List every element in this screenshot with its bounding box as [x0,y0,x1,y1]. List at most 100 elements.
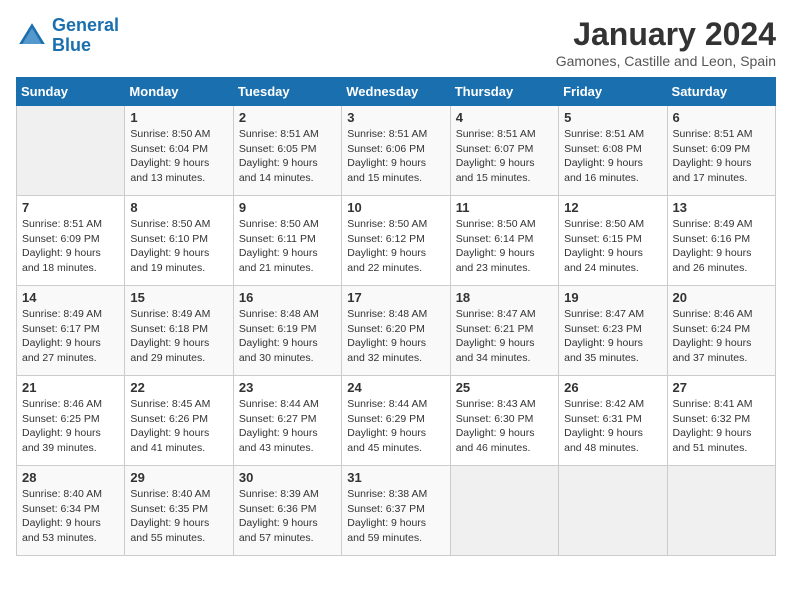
day-number: 23 [239,380,336,395]
sunrise-text: Sunrise: 8:46 AM [673,307,770,322]
sunset-text: Sunset: 6:12 PM [347,232,444,247]
cell-info: Sunrise: 8:50 AM Sunset: 6:11 PM Dayligh… [239,217,336,276]
cell-info: Sunrise: 8:50 AM Sunset: 6:04 PM Dayligh… [130,127,227,186]
calendar-week-row: 28 Sunrise: 8:40 AM Sunset: 6:34 PM Dayl… [17,466,776,556]
sunrise-text: Sunrise: 8:45 AM [130,397,227,412]
sunset-text: Sunset: 6:23 PM [564,322,661,337]
cell-info: Sunrise: 8:41 AM Sunset: 6:32 PM Dayligh… [673,397,770,456]
sunrise-text: Sunrise: 8:48 AM [239,307,336,322]
daylight-text: Daylight: 9 hours and 13 minutes. [130,156,227,185]
daylight-text: Daylight: 9 hours and 24 minutes. [564,246,661,275]
logo: General Blue [16,16,119,56]
table-row: 10 Sunrise: 8:50 AM Sunset: 6:12 PM Dayl… [342,196,450,286]
col-friday: Friday [559,78,667,106]
cell-info: Sunrise: 8:50 AM Sunset: 6:15 PM Dayligh… [564,217,661,276]
col-wednesday: Wednesday [342,78,450,106]
day-number: 18 [456,290,553,305]
sunset-text: Sunset: 6:19 PM [239,322,336,337]
day-number: 10 [347,200,444,215]
day-number: 2 [239,110,336,125]
day-number: 31 [347,470,444,485]
table-row: 28 Sunrise: 8:40 AM Sunset: 6:34 PM Dayl… [17,466,125,556]
sunrise-text: Sunrise: 8:41 AM [673,397,770,412]
sunset-text: Sunset: 6:34 PM [22,502,119,517]
daylight-text: Daylight: 9 hours and 45 minutes. [347,426,444,455]
cell-info: Sunrise: 8:46 AM Sunset: 6:25 PM Dayligh… [22,397,119,456]
table-row: 7 Sunrise: 8:51 AM Sunset: 6:09 PM Dayli… [17,196,125,286]
cell-info: Sunrise: 8:43 AM Sunset: 6:30 PM Dayligh… [456,397,553,456]
table-row: 27 Sunrise: 8:41 AM Sunset: 6:32 PM Dayl… [667,376,775,466]
day-number: 15 [130,290,227,305]
cell-info: Sunrise: 8:50 AM Sunset: 6:10 PM Dayligh… [130,217,227,276]
sunset-text: Sunset: 6:09 PM [22,232,119,247]
sunset-text: Sunset: 6:17 PM [22,322,119,337]
sunrise-text: Sunrise: 8:50 AM [564,217,661,232]
sunset-text: Sunset: 6:11 PM [239,232,336,247]
sunrise-text: Sunrise: 8:51 AM [22,217,119,232]
sunrise-text: Sunrise: 8:48 AM [347,307,444,322]
col-sunday: Sunday [17,78,125,106]
sunrise-text: Sunrise: 8:51 AM [239,127,336,142]
daylight-text: Daylight: 9 hours and 22 minutes. [347,246,444,275]
sunset-text: Sunset: 6:06 PM [347,142,444,157]
sunrise-text: Sunrise: 8:47 AM [456,307,553,322]
cell-info: Sunrise: 8:48 AM Sunset: 6:19 PM Dayligh… [239,307,336,366]
header-row: Sunday Monday Tuesday Wednesday Thursday… [17,78,776,106]
sunrise-text: Sunrise: 8:40 AM [130,487,227,502]
sunset-text: Sunset: 6:30 PM [456,412,553,427]
sunrise-text: Sunrise: 8:50 AM [239,217,336,232]
sunset-text: Sunset: 6:20 PM [347,322,444,337]
daylight-text: Daylight: 9 hours and 19 minutes. [130,246,227,275]
table-row: 3 Sunrise: 8:51 AM Sunset: 6:06 PM Dayli… [342,106,450,196]
cell-info: Sunrise: 8:38 AM Sunset: 6:37 PM Dayligh… [347,487,444,546]
logo-line1: General [52,15,119,35]
day-number: 25 [456,380,553,395]
daylight-text: Daylight: 9 hours and 43 minutes. [239,426,336,455]
cell-info: Sunrise: 8:44 AM Sunset: 6:29 PM Dayligh… [347,397,444,456]
table-row [667,466,775,556]
sunrise-text: Sunrise: 8:47 AM [564,307,661,322]
daylight-text: Daylight: 9 hours and 17 minutes. [673,156,770,185]
table-row: 31 Sunrise: 8:38 AM Sunset: 6:37 PM Dayl… [342,466,450,556]
day-number: 22 [130,380,227,395]
daylight-text: Daylight: 9 hours and 32 minutes. [347,336,444,365]
sunrise-text: Sunrise: 8:51 AM [673,127,770,142]
day-number: 20 [673,290,770,305]
day-number: 28 [22,470,119,485]
sunset-text: Sunset: 6:31 PM [564,412,661,427]
table-row: 21 Sunrise: 8:46 AM Sunset: 6:25 PM Dayl… [17,376,125,466]
day-number: 13 [673,200,770,215]
daylight-text: Daylight: 9 hours and 55 minutes. [130,516,227,545]
sunset-text: Sunset: 6:37 PM [347,502,444,517]
table-row: 13 Sunrise: 8:49 AM Sunset: 6:16 PM Dayl… [667,196,775,286]
day-number: 11 [456,200,553,215]
table-row: 26 Sunrise: 8:42 AM Sunset: 6:31 PM Dayl… [559,376,667,466]
sunset-text: Sunset: 6:14 PM [456,232,553,247]
sunrise-text: Sunrise: 8:40 AM [22,487,119,502]
col-saturday: Saturday [667,78,775,106]
sunrise-text: Sunrise: 8:50 AM [347,217,444,232]
sunset-text: Sunset: 6:08 PM [564,142,661,157]
day-number: 30 [239,470,336,485]
table-row: 22 Sunrise: 8:45 AM Sunset: 6:26 PM Dayl… [125,376,233,466]
day-number: 19 [564,290,661,305]
sunset-text: Sunset: 6:04 PM [130,142,227,157]
logo-line2: Blue [52,35,91,55]
daylight-text: Daylight: 9 hours and 41 minutes. [130,426,227,455]
cell-info: Sunrise: 8:40 AM Sunset: 6:34 PM Dayligh… [22,487,119,546]
daylight-text: Daylight: 9 hours and 14 minutes. [239,156,336,185]
cell-info: Sunrise: 8:39 AM Sunset: 6:36 PM Dayligh… [239,487,336,546]
sunset-text: Sunset: 6:29 PM [347,412,444,427]
sunset-text: Sunset: 6:32 PM [673,412,770,427]
table-row: 25 Sunrise: 8:43 AM Sunset: 6:30 PM Dayl… [450,376,558,466]
sunrise-text: Sunrise: 8:49 AM [22,307,119,322]
sunrise-text: Sunrise: 8:44 AM [239,397,336,412]
table-row: 1 Sunrise: 8:50 AM Sunset: 6:04 PM Dayli… [125,106,233,196]
day-number: 5 [564,110,661,125]
day-number: 3 [347,110,444,125]
table-row: 19 Sunrise: 8:47 AM Sunset: 6:23 PM Dayl… [559,286,667,376]
day-number: 4 [456,110,553,125]
daylight-text: Daylight: 9 hours and 57 minutes. [239,516,336,545]
table-row: 8 Sunrise: 8:50 AM Sunset: 6:10 PM Dayli… [125,196,233,286]
sunset-text: Sunset: 6:36 PM [239,502,336,517]
